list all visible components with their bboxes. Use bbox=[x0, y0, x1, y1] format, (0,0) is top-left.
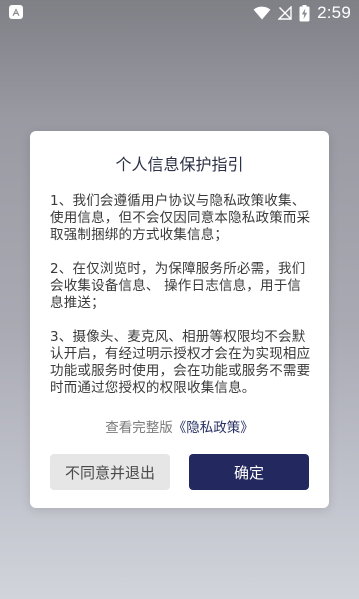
wifi-icon bbox=[253, 6, 271, 20]
status-icons: 2:59 bbox=[253, 3, 351, 23]
privacy-policy-link[interactable]: 《隐私政策》 bbox=[173, 420, 254, 436]
a-icon bbox=[9, 5, 23, 19]
decline-exit-button[interactable]: 不同意并退出 bbox=[50, 454, 170, 490]
status-bar: 2:59 bbox=[0, 0, 359, 26]
signal-off-icon bbox=[278, 6, 292, 20]
status-time: 2:59 bbox=[317, 3, 351, 22]
privacy-paragraph-1: 1、我们会遵循用户协议与隐私政策收集、使用信息，但不会仅因同意本隐私政策而采取强… bbox=[50, 193, 311, 243]
privacy-paragraph-2: 2、在仅浏览时，为保障服务所必需，我们会收集设备信息、 操作日志信息，用于信息推… bbox=[50, 261, 306, 311]
policy-line: 查看完整版《隐私政策》 bbox=[30, 416, 329, 436]
privacy-paragraph-3: 3、摄像头、麦克风、相册等权限均不会默认开启，有经过明示授权才会在为实现相应功能… bbox=[50, 329, 311, 396]
privacy-dialog: 个人信息保护指引 1、我们会遵循用户协议与隐私政策收集、使用信息，但不会仅因同意… bbox=[30, 131, 329, 508]
policy-prefix: 查看完整版 bbox=[105, 420, 173, 436]
dialog-title: 个人信息保护指引 bbox=[115, 155, 244, 174]
confirm-button[interactable]: 确定 bbox=[189, 454, 309, 490]
battery-charging-icon bbox=[299, 4, 310, 22]
